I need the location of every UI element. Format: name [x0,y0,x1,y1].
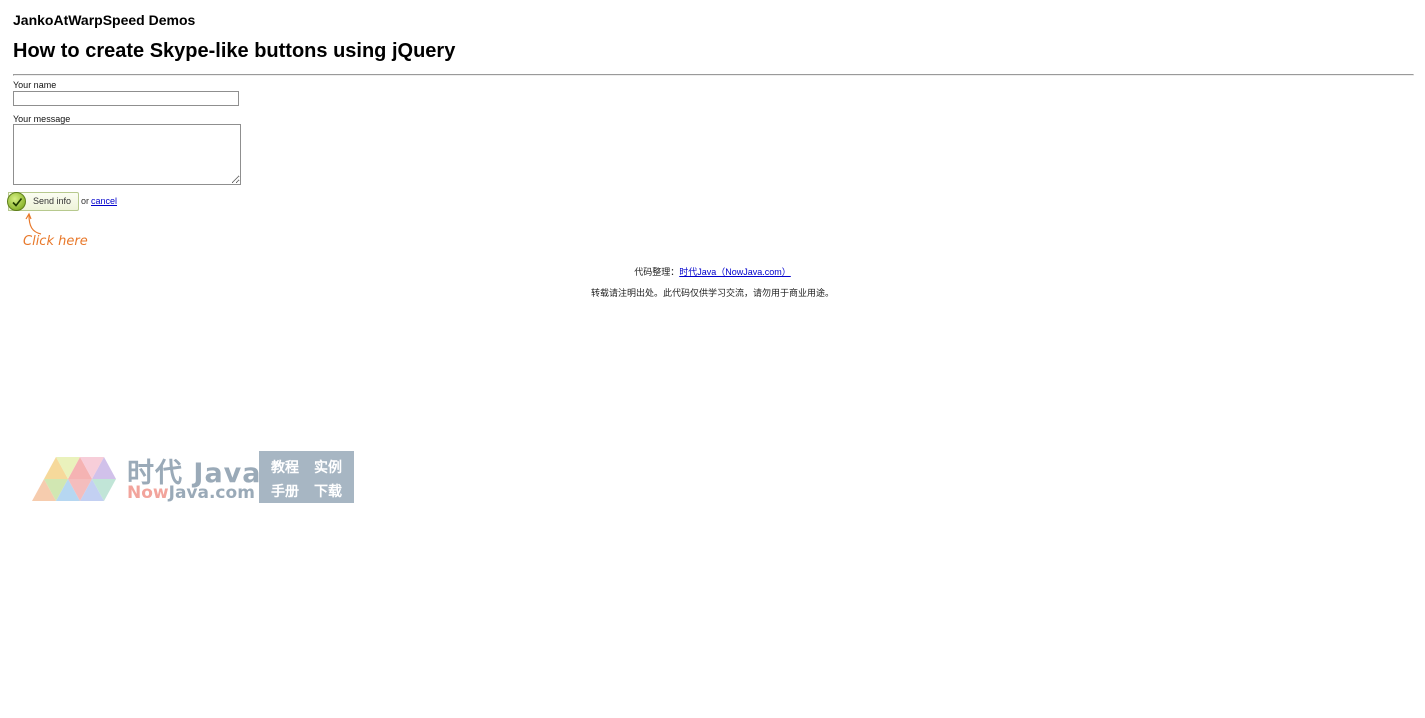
watermark-menu-item: 手册 [271,484,299,500]
header-divider [13,74,1414,76]
watermark-domain: NowJava.com [127,483,255,503]
nowjava-link[interactable]: 时代Java（NowJava.com） [679,267,791,277]
cancel-link[interactable]: cancel [91,196,117,206]
footer-notice: 转载请注明出处。此代码仅供学习交流，请勿用于商业用途。 [590,288,834,298]
name-label: Your name [13,80,57,90]
or-text: or [81,196,90,206]
watermark-menu-item: 下载 [314,484,342,500]
nowjava-watermark: 时代 Java NowJava.com 教程 实例 手册 下载 [30,451,354,508]
nowjava-logo-icon [32,457,116,501]
name-input[interactable] [13,91,239,106]
watermark-menu-box: 教程 实例 手册 下载 [259,451,354,503]
send-info-button[interactable]: Send info [7,192,79,211]
checkmark-icon [7,192,26,211]
click-here-hint: Click here [23,234,88,249]
watermark-domain-now: Now [127,483,169,503]
page-title: How to create Skype-like buttons using j… [13,40,456,62]
footer-credit-prefix: 代码整理： [634,267,680,277]
send-info-label: Send info [33,196,72,206]
hint-arrow-icon [25,212,42,235]
message-label: Your message [13,114,71,124]
watermark-domain-rest: Java.com [168,483,255,503]
site-title: JankoAtWarpSpeed Demos [13,12,196,28]
watermark-menu-item: 实例 [314,460,342,476]
footer-credit: 代码整理：时代Java（NowJava.com） [0,265,1425,278]
message-textarea[interactable] [13,124,241,185]
watermark-menu-item: 教程 [271,460,299,476]
